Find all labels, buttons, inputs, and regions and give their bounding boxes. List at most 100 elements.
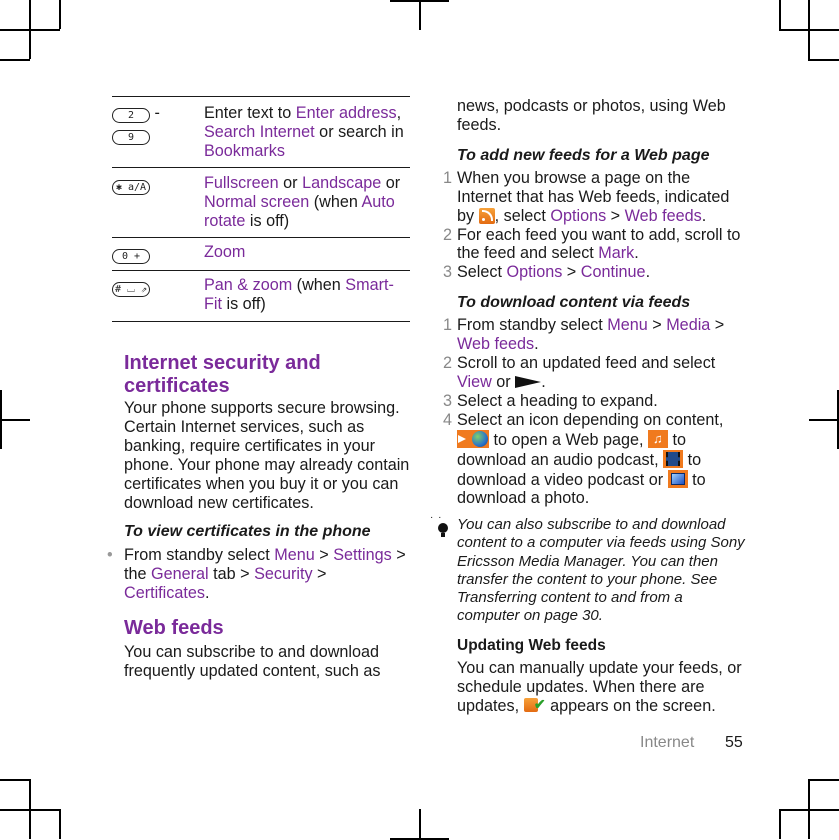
page-number: 55 (725, 734, 743, 751)
crop-mark (808, 59, 839, 61)
step-number: 3 (442, 263, 452, 282)
step-number: 1 (442, 316, 452, 335)
step-number: 2 (442, 225, 452, 244)
tip-text: You can also subscribe to and download c… (457, 516, 745, 625)
key-2-icon: 2 (112, 108, 150, 123)
key-cell: 0 + (112, 238, 204, 271)
add-feed-steps: 1 When you browse a page on the Internet… (443, 169, 747, 282)
menu-path-item: Options (506, 263, 563, 282)
download-steps: 1 From standby select Menu > Media > Web… (443, 316, 747, 509)
crop-mark (809, 419, 839, 421)
crop-mark (779, 809, 839, 811)
key-range-separator: - (154, 104, 160, 122)
crop-mark (0, 779, 30, 781)
section-heading: Internet security and certificates (124, 352, 321, 397)
text: Enter text to (204, 104, 296, 122)
step-number: 3 (442, 391, 452, 410)
security-section: Internet security and certificates Your … (107, 352, 414, 681)
menu-term: Pan & zoom (204, 276, 293, 295)
text: Scroll to an updated feed and select (457, 354, 716, 373)
text: (when (309, 192, 362, 211)
text: is off) (245, 211, 290, 230)
menu-path-item: View (457, 372, 492, 391)
subheading: To view certificates in the phone (124, 523, 371, 541)
menu-term: Bookmarks (204, 141, 285, 160)
menu-path-item: Certificates (124, 584, 205, 603)
menu-path-item: Settings (333, 546, 392, 565)
menu-path-item: Mark (598, 244, 635, 263)
open-web-page-icon (457, 429, 489, 448)
text: to open a Web page, (489, 430, 648, 449)
menu-term: Enter address (295, 104, 397, 122)
text: Select a heading to expand. (457, 391, 658, 410)
menu-path-item: Continue (580, 263, 646, 282)
key-0-icon: 0 + (112, 249, 150, 265)
menu-path-item: General (151, 565, 209, 584)
step-item: 1 From standby select Menu > Media > Web… (443, 316, 747, 354)
bullet-item: • From standby select Menu > Settings > … (107, 546, 414, 603)
table-row: 0 + Zoom (112, 238, 410, 271)
left-column: 2 - 9 Enter text to Enter address, Searc… (112, 96, 412, 322)
audio-podcast-icon: ♫ (648, 429, 668, 448)
step-item: 3 Select a heading to expand. (443, 391, 747, 411)
crop-mark (779, 0, 781, 29)
subheading: Updating Web feeds (457, 637, 606, 654)
menu-term: Landscape (302, 173, 382, 192)
video-podcast-icon (663, 449, 684, 468)
crop-mark (779, 29, 839, 31)
step-item: 1 When you browse a page on the Internet… (443, 169, 747, 226)
text: or (491, 372, 516, 391)
text: Select (457, 263, 507, 282)
subheading: To download content via feeds (457, 294, 691, 312)
text: . (634, 244, 639, 263)
table-row: 2 - 9 Enter text to Enter address, Searc… (112, 96, 410, 168)
menu-term: Normal screen (204, 192, 310, 211)
text: From standby select (124, 546, 275, 565)
photo-icon (667, 469, 688, 488)
crop-mark (779, 809, 781, 839)
rss-updated-icon: ✔ (523, 696, 546, 714)
section-body: You can subscribe to and download freque… (124, 643, 381, 681)
section-body: Your phone supports secure browsing. Cer… (124, 399, 410, 512)
crop-mark (419, 0, 421, 30)
key-star-icon: ✱ a/A (112, 179, 150, 195)
key-cell: # ⌴ ⇗ (112, 271, 204, 322)
updating-section: Updating Web feeds You can manually upda… (457, 637, 747, 716)
key-table: 2 - 9 Enter text to Enter address, Searc… (112, 96, 410, 322)
text: > (710, 316, 725, 335)
section-body: You can manually update your feeds, or s… (457, 659, 747, 716)
text: . (701, 206, 707, 225)
step-item: 4 Select an icon depending on content, t… (443, 411, 747, 509)
tip-box: You can also subscribe to and download c… (457, 516, 747, 626)
step-number: 4 (442, 410, 452, 429)
text: or (278, 173, 303, 192)
text: > (312, 565, 327, 584)
right-column: news, podcasts or photos, using Web feed… (443, 97, 747, 509)
menu-path-item: Web feeds (624, 206, 702, 225)
description-cell: Pan & zoom (when Smart-Fit is off) (204, 271, 410, 322)
crop-mark (419, 809, 421, 839)
table-row: ✱ a/A Fullscreen or Landscape or Normal … (112, 167, 410, 238)
step-item: 2 For each feed you want to add, scroll … (443, 226, 747, 264)
menu-path-item: Menu (607, 316, 648, 335)
play-icon (515, 375, 542, 388)
footer-section-name: Internet (640, 734, 695, 751)
text: > (647, 316, 667, 335)
text: or (381, 173, 401, 192)
step-number: 1 (442, 168, 452, 187)
text: is off) (221, 295, 266, 314)
tip-lightbulb-icon: · · (430, 512, 450, 538)
step-item: 3 Select Options > Continue. (443, 263, 747, 282)
text: > (606, 206, 625, 225)
bullet-icon: • (107, 546, 113, 565)
subheading: To add new feeds for a Web page (457, 146, 710, 164)
crop-mark (59, 0, 61, 29)
key-cell: ✱ a/A (112, 167, 204, 238)
menu-path-item: Menu (274, 546, 315, 565)
menu-path-item: Security (254, 565, 313, 584)
key-hash-icon: # ⌴ ⇗ (112, 282, 151, 298)
menu-term: Search Internet (204, 122, 315, 141)
text: or search in (314, 122, 404, 141)
key-9-icon: 9 (112, 130, 150, 145)
menu-term: Fullscreen (204, 173, 279, 192)
